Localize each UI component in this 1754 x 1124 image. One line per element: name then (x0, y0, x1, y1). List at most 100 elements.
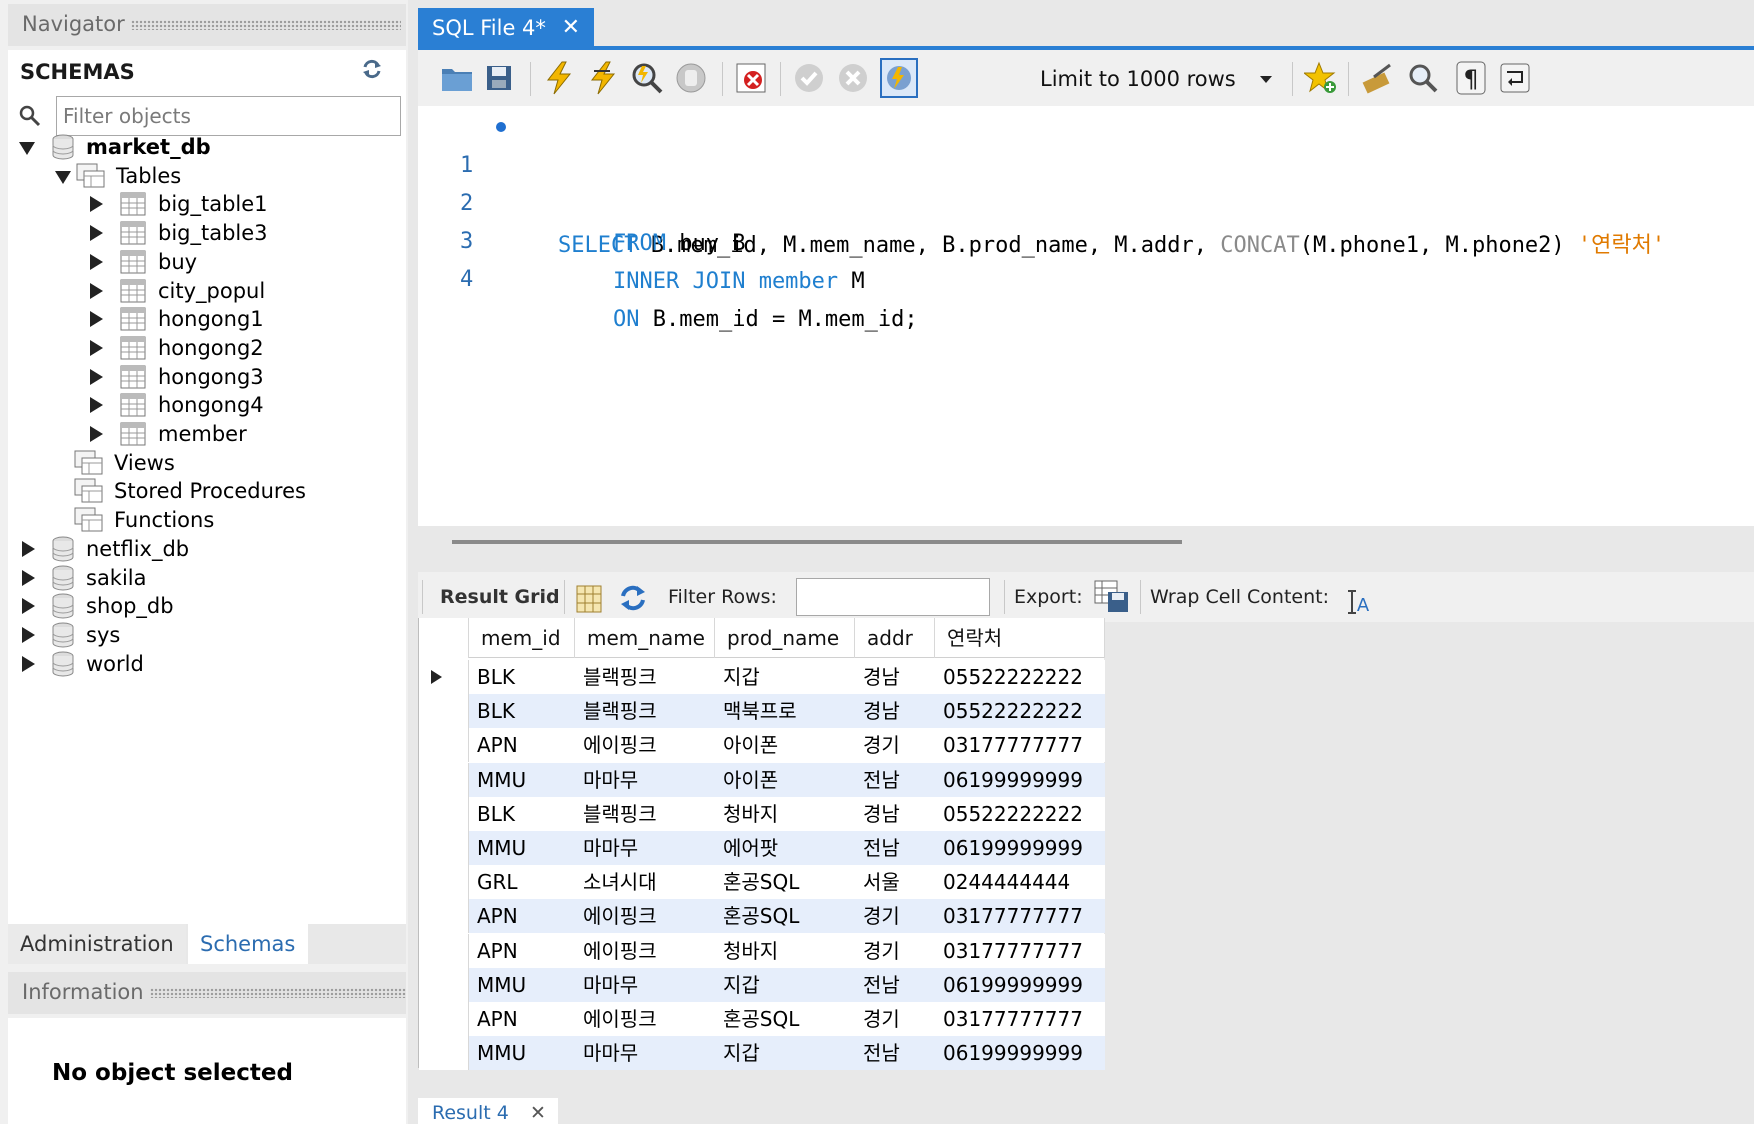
grid-cell[interactable]: 06199999999 (935, 762, 1105, 797)
chevron-right-icon[interactable] (86, 395, 106, 415)
grid-cell[interactable]: 서울 (855, 865, 935, 900)
add-snippet-icon[interactable] (1302, 58, 1340, 98)
find-icon[interactable] (1404, 58, 1442, 98)
grid-cell[interactable]: 0244444444 (935, 865, 1105, 900)
grid-cell[interactable]: 전남 (855, 1036, 935, 1071)
autocommit-toggle-icon[interactable] (880, 58, 918, 98)
column-header[interactable]: addr (855, 618, 935, 658)
grid-columns-icon[interactable] (576, 582, 602, 613)
chevron-right-icon[interactable] (86, 281, 106, 301)
export-icon[interactable] (1094, 580, 1130, 614)
chevron-right-icon[interactable] (86, 223, 106, 243)
limit-rows-select[interactable]: Limit to 1000 rows (1030, 60, 1282, 98)
table-row[interactable]: BLK 블랙핑크 지갑 경남 05522222222 (419, 660, 1105, 694)
schema-sakila[interactable]: sakila (18, 563, 147, 593)
grid-cell[interactable]: 마마무 (575, 967, 715, 1002)
invisible-chars-icon[interactable]: ¶ (1452, 58, 1490, 98)
grid-cell[interactable]: 전남 (855, 762, 935, 797)
save-icon[interactable] (480, 58, 518, 98)
grid-cell[interactable]: 경기 (855, 1002, 935, 1036)
grid-cell[interactable]: 혼공SQL (715, 865, 855, 900)
grid-cell[interactable]: 블랙핑크 (575, 660, 715, 694)
column-header[interactable]: mem_id (469, 618, 575, 658)
schema-world[interactable]: world (18, 649, 144, 679)
tree-folder-views[interactable]: Views (74, 448, 175, 478)
tab-result[interactable]: Result 4 ✕ (418, 1098, 558, 1124)
grid-cell[interactable]: 경남 (855, 796, 935, 831)
beautify-icon[interactable] (1358, 58, 1396, 98)
grid-cell[interactable]: 전남 (855, 831, 935, 865)
result-grid-button[interactable]: Result Grid (440, 572, 560, 622)
grid-cell[interactable]: 06199999999 (935, 831, 1105, 865)
grid-cell[interactable]: 03177777777 (935, 728, 1105, 763)
grid-cell[interactable]: 06199999999 (935, 1036, 1105, 1071)
grid-cell[interactable]: APN (469, 1002, 575, 1036)
stop-icon[interactable] (672, 58, 710, 98)
chevron-right-icon[interactable] (18, 654, 38, 674)
grid-cell[interactable]: 03177777777 (935, 1002, 1105, 1036)
chevron-right-icon[interactable] (86, 194, 106, 214)
row-header[interactable] (419, 967, 469, 1002)
grid-cell[interactable]: MMU (469, 1036, 575, 1071)
chevron-right-icon[interactable] (86, 338, 106, 358)
grid-cell[interactable]: 소녀시대 (575, 865, 715, 900)
grid-cell[interactable]: 블랙핑크 (575, 796, 715, 831)
chevron-down-icon[interactable] (54, 166, 74, 186)
row-header[interactable] (419, 660, 469, 694)
open-folder-icon[interactable] (438, 58, 476, 98)
schema-sys[interactable]: sys (18, 620, 120, 650)
grid-cell[interactable]: 아이폰 (715, 728, 855, 763)
chevron-right-icon[interactable] (86, 367, 106, 387)
table-row[interactable]: MMU 마마무 지갑 전남 06199999999 (419, 967, 1105, 1002)
grid-cell[interactable]: 경기 (855, 899, 935, 934)
table-row[interactable]: APN 에이핑크 청바지 경기 03177777777 (419, 933, 1105, 968)
chevron-right-icon[interactable] (86, 309, 106, 329)
chevron-right-icon[interactable] (18, 539, 38, 559)
grid-cell[interactable]: 에어팟 (715, 831, 855, 865)
table-row[interactable]: MMU 마마무 아이폰 전남 06199999999 (419, 762, 1105, 797)
grid-cell[interactable]: 에이핑크 (575, 899, 715, 934)
tree-table-big-table1[interactable]: big_table1 (86, 189, 268, 219)
column-header[interactable]: mem_name (575, 618, 715, 658)
schema-shop-db[interactable]: shop_db (18, 591, 174, 621)
row-header[interactable] (419, 831, 469, 865)
chevron-right-icon[interactable] (18, 568, 38, 588)
table-row[interactable]: APN 에이핑크 혼공SQL 경기 03177777777 (419, 899, 1105, 934)
schema-market-db[interactable]: market_db (18, 132, 211, 162)
grid-cell[interactable]: 마마무 (575, 762, 715, 797)
grid-cell[interactable]: 경기 (855, 728, 935, 763)
chevron-right-icon[interactable] (86, 424, 106, 444)
grid-cell[interactable]: 마마무 (575, 831, 715, 865)
grid-cell[interactable]: 에이핑크 (575, 728, 715, 763)
filter-rows-input[interactable] (796, 578, 990, 616)
grid-cell[interactable]: 경기 (855, 933, 935, 968)
row-header[interactable] (419, 796, 469, 831)
grid-cell[interactable]: 에이핑크 (575, 933, 715, 968)
result-grid[interactable]: mem_id mem_name prod_name addr 연락처 BLK 블랙… (418, 618, 1105, 1071)
grid-cell[interactable]: 청바지 (715, 933, 855, 968)
tree-table-city-popul[interactable]: city_popul (86, 276, 265, 306)
tree-table-hongong1[interactable]: hongong1 (86, 304, 264, 334)
row-header[interactable] (419, 899, 469, 934)
grid-cell[interactable]: 06199999999 (935, 967, 1105, 1002)
filter-objects-input[interactable] (56, 96, 401, 136)
table-row[interactable]: APN 에이핑크 아이폰 경기 03177777777 (419, 728, 1105, 763)
grid-cell[interactable]: 아이폰 (715, 762, 855, 797)
word-wrap-icon[interactable] (1496, 58, 1534, 98)
chevron-right-icon[interactable] (18, 625, 38, 645)
grid-cell[interactable]: 03177777777 (935, 933, 1105, 968)
column-header[interactable]: 연락처 (935, 618, 1105, 658)
table-row[interactable]: MMU 마마무 에어팟 전남 06199999999 (419, 831, 1105, 865)
rollback-icon[interactable] (834, 58, 872, 98)
grid-cell[interactable]: 혼공SQL (715, 1002, 855, 1036)
row-header[interactable] (419, 933, 469, 968)
refresh-rows-icon[interactable] (618, 582, 648, 612)
close-icon[interactable]: ✕ (530, 1098, 546, 1124)
grid-cell[interactable]: 맥북프로 (715, 694, 855, 729)
tree-table-hongong3[interactable]: hongong3 (86, 362, 264, 392)
row-header[interactable] (419, 762, 469, 797)
grid-cell[interactable]: MMU (469, 762, 575, 797)
wrap-cell-icon[interactable]: A (1346, 584, 1372, 616)
chevron-down-icon[interactable] (18, 137, 38, 157)
grid-cell[interactable]: BLK (469, 796, 575, 831)
